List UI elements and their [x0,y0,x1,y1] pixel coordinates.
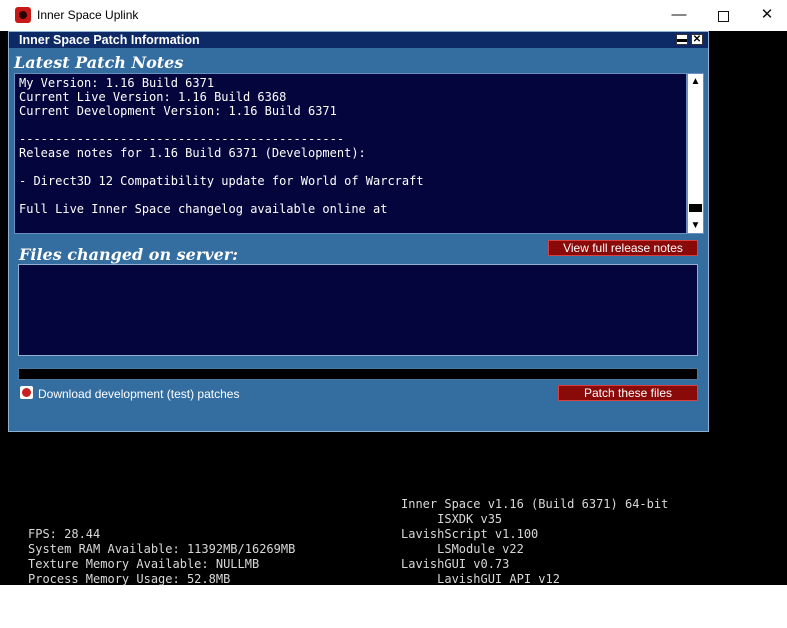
close-button[interactable]: ✕ [744,4,787,28]
notes-line: ----------------------------------------… [19,132,345,146]
inner-space-logo-icon [15,7,31,23]
patch-info-panel: Inner Space Patch Information ▬ ✕ Latest… [8,31,709,432]
notes-line: Release notes for 1.16 Build 6371 (Devel… [19,146,366,160]
notes-line: - Direct3D 12 Compatibility update for W… [19,174,424,188]
console-version-line: Inner Space v1.16 (Build 6371) 64-bit [401,497,669,511]
red-radio-icon[interactable] [20,386,33,399]
panel-header[interactable]: Inner Space Patch Information ▬ ✕ [9,32,708,48]
minimize-button[interactable]: — [656,4,702,28]
maximize-icon [717,11,729,22]
scroll-thumb[interactable] [689,204,702,212]
panel-close-button[interactable]: ✕ [691,34,703,45]
scroll-down-arrow-icon[interactable]: ▼ [689,219,702,232]
patch-files-button[interactable]: Patch these files [558,385,698,401]
files-changed-list[interactable] [18,264,698,356]
view-release-notes-button[interactable]: View full release notes [548,240,698,256]
notes-line: Current Live Version: 1.16 Build 6368 [19,90,287,104]
files-changed-label: Files changed on server: [19,245,239,264]
console-stat-line: Texture Memory Available: NULLMB [28,557,260,571]
console-stat-line: FPS: 28.44 [28,527,101,541]
window-bottom-area [0,585,787,628]
console-stat-line: System RAM Available: 11392MB/16269MB [28,542,296,556]
window-title: Inner Space Uplink [37,8,139,22]
patch-notes-textbox[interactable]: My Version: 1.16 Build 6371 Current Live… [14,73,687,234]
console-version-line: LavishGUI API v12 [401,572,560,586]
latest-patch-notes-label: Latest Patch Notes [14,53,184,72]
download-dev-patches-label[interactable]: Download development (test) patches [38,387,239,401]
console-version-line: LSModule v22 [401,542,524,556]
notes-line: My Version: 1.16 Build 6371 [19,76,215,90]
patch-progress-bar [18,368,698,380]
scroll-up-arrow-icon[interactable]: ▲ [689,75,702,88]
panel-minimize-button[interactable]: ▬ [676,34,688,45]
console-version-line: ISXDK v35 [401,512,503,526]
console-version-line: LavishScript v1.100 [401,527,539,541]
console-version-line: LavishGUI v0.73 [401,557,510,571]
notes-line: Current Development Version: 1.16 Build … [19,104,337,118]
notes-scrollbar[interactable]: ▲ ▼ [687,73,704,234]
console-stat-line: Process Memory Usage: 52.8MB [28,572,231,586]
maximize-button[interactable] [700,4,746,28]
notes-line: Full Live Inner Space changelog availabl… [19,202,388,216]
panel-title: Inner Space Patch Information [19,33,200,47]
window-titlebar: Inner Space Uplink — ✕ [0,0,787,31]
